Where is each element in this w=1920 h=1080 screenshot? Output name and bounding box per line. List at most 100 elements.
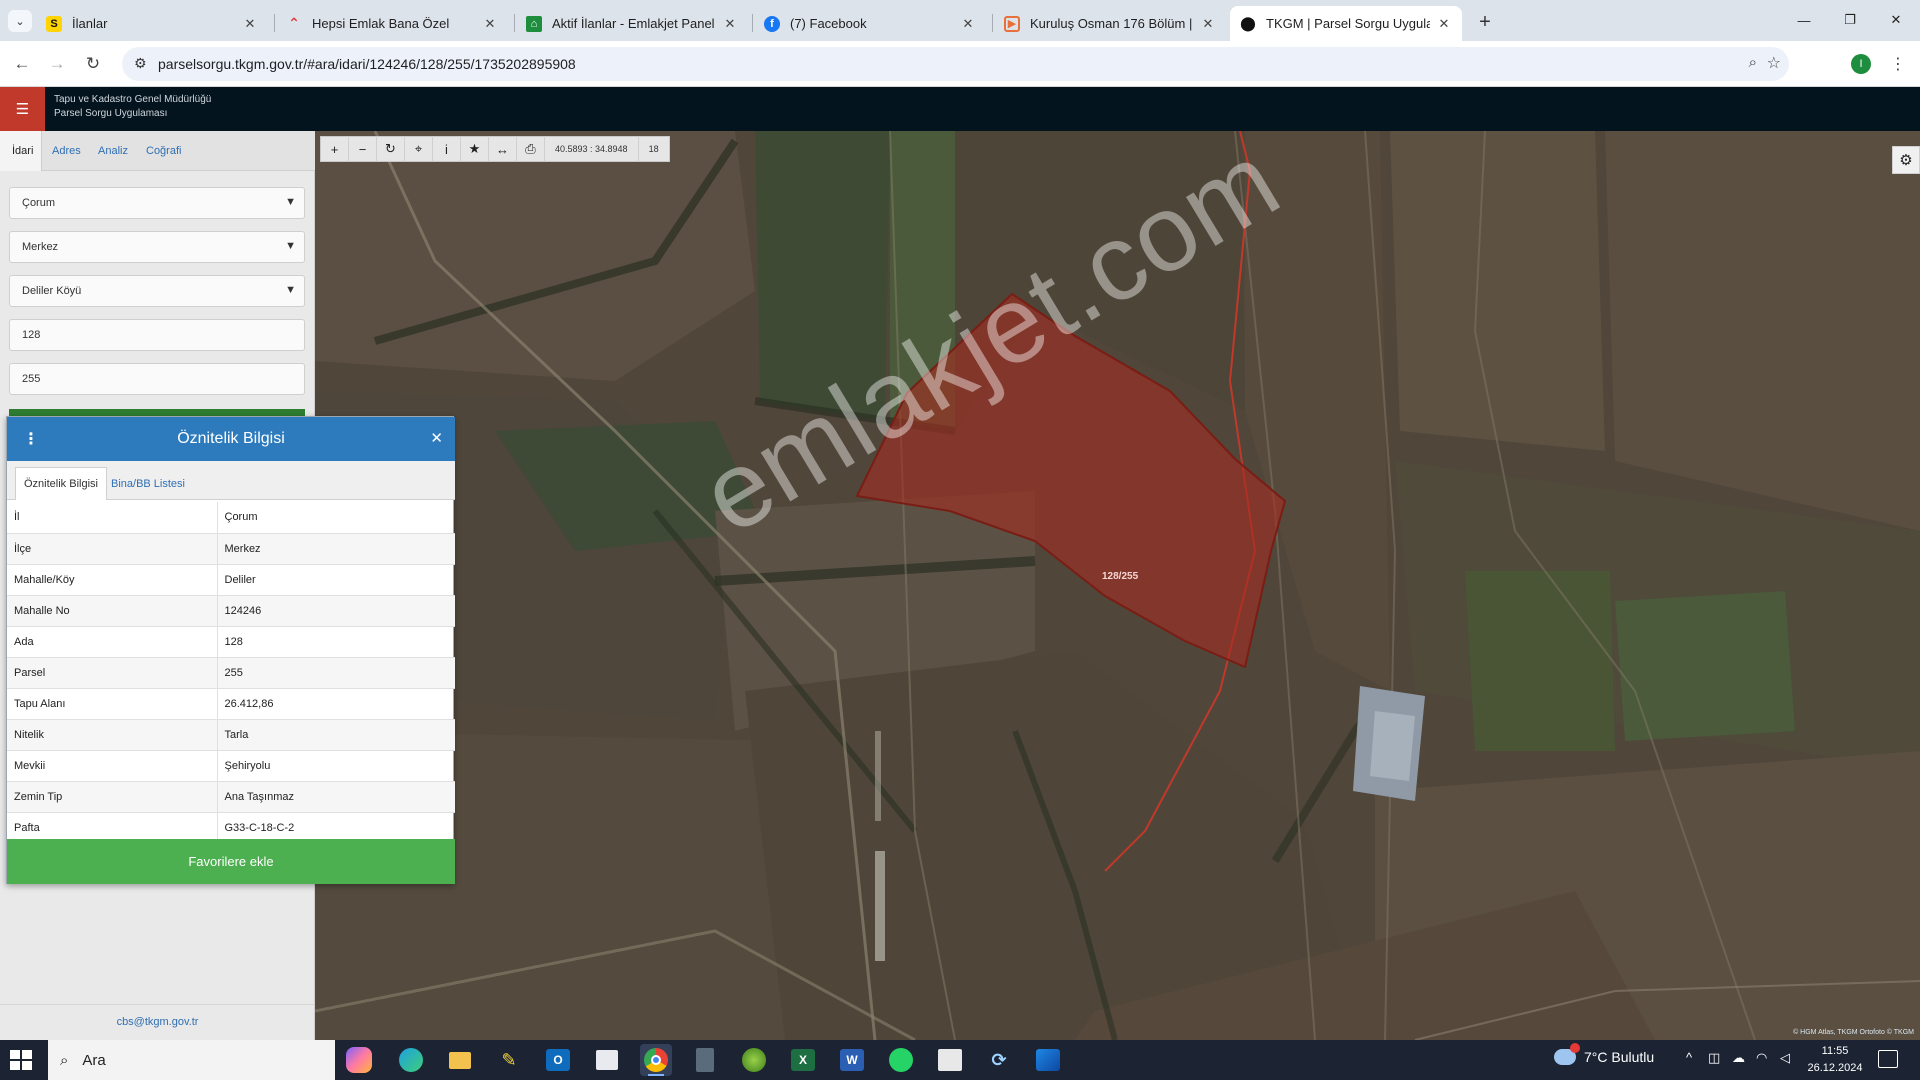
address-bar[interactable]: ⚙ parselsorgu.tkgm.gov.tr/#ara/idari/124… <box>122 47 1789 81</box>
measure-icon[interactable]: ↔ <box>489 136 517 162</box>
excel-icon[interactable]: X <box>787 1044 819 1076</box>
meet-icon[interactable]: ◫ <box>1708 1050 1720 1066</box>
refresh-icon[interactable]: ↻ <box>377 136 405 162</box>
weather-text: 7°C Bulutlu <box>1584 1049 1655 1065</box>
window-close-button[interactable]: ✕ <box>1874 8 1918 32</box>
parsel-input[interactable]: 255 <box>9 363 305 395</box>
file-explorer-icon[interactable] <box>444 1044 476 1076</box>
browser-menu-icon[interactable]: ⋮ <box>1888 53 1908 75</box>
tab-search-button[interactable]: ⌄ <box>8 10 32 32</box>
close-icon[interactable]: ✕ <box>1436 16 1452 32</box>
tab-divider <box>274 14 275 32</box>
photos-app-icon[interactable] <box>1032 1044 1064 1076</box>
parsel-value: 255 <box>22 373 41 385</box>
info-icon[interactable]: i <box>433 136 461 162</box>
attr-value: 26.412,86 <box>217 688 455 720</box>
browser-tab-1[interactable]: S İlanlar ✕ <box>36 6 268 41</box>
ada-input[interactable]: 128 <box>9 319 305 351</box>
close-icon[interactable]: ✕ <box>722 16 738 32</box>
zoom-icon[interactable]: ⌕ <box>1749 54 1757 71</box>
map-view[interactable]: + − ↻ ⌖ i ★ ↔ ⎙ 40.5893 : 34.8948 18 ⚙ e… <box>315 131 1920 1040</box>
forward-button[interactable]: → <box>44 51 70 77</box>
table-row: Tapu Alanı 26.412,86 <box>7 688 455 720</box>
attr-value: 128 <box>217 626 455 658</box>
new-tab-button[interactable]: + <box>1472 9 1498 35</box>
browser-tab-2[interactable]: ⌃ Hepsi Emlak Bana Özel ✕ <box>276 6 508 41</box>
attr-value: Ana Taşınmaz <box>217 781 455 813</box>
tab-oznitelik[interactable]: Öznitelik Bilgisi <box>15 467 107 500</box>
zoom-in-icon[interactable]: + <box>321 136 349 162</box>
neighborhood-select[interactable]: Deliler Köyü ▼ <box>9 275 305 307</box>
district-select[interactable]: Merkez ▼ <box>9 231 305 263</box>
parcel-label[interactable]: 128/255 <box>1102 571 1138 582</box>
menu-hamburger-icon[interactable]: ☰ <box>0 87 45 131</box>
url-text[interactable]: parselsorgu.tkgm.gov.tr/#ara/idari/12424… <box>158 56 576 72</box>
browser-tab-4[interactable]: f (7) Facebook ✕ <box>754 6 986 41</box>
tab-adres[interactable]: Adres <box>40 131 93 171</box>
site-info-icon[interactable]: ⚙ <box>134 55 147 72</box>
browser-tab-5[interactable]: ▶ Kuruluş Osman 176 Bölüm | Ku ✕ <box>994 6 1226 41</box>
star-icon[interactable]: ★ <box>461 136 489 162</box>
zoom-out-icon[interactable]: − <box>349 136 377 162</box>
reload-button[interactable]: ↻ <box>80 51 106 77</box>
tab-idari[interactable]: İdari <box>0 131 42 171</box>
edge-icon[interactable] <box>395 1044 427 1076</box>
browser-tab-3[interactable]: ⌂ Aktif İlanlar - Emlakjet Panel ✕ <box>516 6 748 41</box>
clock-date: 26.12.2024 <box>1807 1062 1863 1074</box>
attr-value: Şehiryolu <box>217 750 455 782</box>
system-clock[interactable]: 11:55 26.12.2024 <box>1800 1043 1870 1077</box>
signature-app-icon[interactable] <box>934 1044 966 1076</box>
close-icon[interactable]: ✕ <box>242 16 258 32</box>
store-icon[interactable] <box>591 1044 623 1076</box>
app-header: ☰ Tapu ve Kadastro Genel Müdürlüğü Parse… <box>0 87 1920 131</box>
minimize-button[interactable]: — <box>1782 8 1826 32</box>
outlook-icon[interactable]: O <box>542 1044 574 1076</box>
province-value: Çorum <box>22 197 56 209</box>
add-to-favorites-button[interactable]: Favorilere ekle <box>7 839 455 884</box>
wifi-icon[interactable]: ◠ <box>1756 1050 1767 1066</box>
chevron-up-icon[interactable]: ^ <box>1686 1050 1692 1065</box>
weather-widget[interactable]: 7°C Bulutlu <box>1554 1043 1655 1065</box>
close-icon[interactable]: ✕ <box>1200 16 1216 32</box>
ada-value: 128 <box>22 329 41 341</box>
notification-icon[interactable] <box>1878 1050 1898 1068</box>
sticky-app-icon[interactable]: ✎ <box>493 1044 525 1076</box>
province-select[interactable]: Çorum ▼ <box>9 187 305 219</box>
whatsapp-icon[interactable] <box>885 1044 917 1076</box>
bookmark-star-icon[interactable]: ☆ <box>1767 53 1781 73</box>
search-icon: ⌕ <box>60 1051 69 1069</box>
attr-key: İl <box>7 502 218 534</box>
word-icon[interactable]: W <box>836 1044 868 1076</box>
restore-button[interactable]: ❐ <box>1828 8 1872 32</box>
attr-key: Mahalle/Köy <box>7 564 218 596</box>
close-icon[interactable]: ✕ <box>482 16 498 32</box>
settings-gear-icon[interactable]: ⚙ <box>1892 146 1920 174</box>
tab-divider <box>992 14 993 32</box>
volume-icon[interactable]: ◁ <box>1780 1050 1790 1066</box>
onedrive-icon[interactable]: ☁ <box>1732 1050 1745 1066</box>
globe-app-icon[interactable] <box>738 1044 770 1076</box>
map-toolbar: + − ↻ ⌖ i ★ ↔ ⎙ 40.5893 : 34.8948 18 <box>320 136 670 162</box>
sync-app-icon[interactable]: ⟳ <box>983 1044 1015 1076</box>
tab-analiz[interactable]: Analiz <box>86 131 140 171</box>
chrome-icon[interactable] <box>640 1044 672 1076</box>
attr-key: Zemin Tip <box>7 781 218 813</box>
tab-cografi[interactable]: Coğrafi <box>134 131 193 171</box>
profile-avatar[interactable]: I <box>1851 54 1871 74</box>
copilot-icon[interactable] <box>346 1047 372 1073</box>
back-button[interactable]: ← <box>9 51 35 77</box>
taskbar-search[interactable]: ⌕ Ara <box>48 1040 335 1080</box>
close-icon[interactable]: ✕ <box>960 16 976 32</box>
contact-email-link[interactable]: cbs@tkgm.gov.tr <box>0 1016 315 1028</box>
zoom-level: 18 <box>648 144 659 154</box>
tab-bina-listesi[interactable]: Bina/BB Listesi <box>103 467 193 500</box>
table-row: Parsel 255 <box>7 657 455 689</box>
chevron-down-icon: ▼ <box>285 284 296 296</box>
close-icon[interactable]: ✕ <box>430 429 443 447</box>
neighborhood-value: Deliler Köyü <box>22 285 82 297</box>
calculator-icon[interactable] <box>689 1044 721 1076</box>
windows-start-icon[interactable] <box>10 1050 32 1070</box>
locate-icon[interactable]: ⌖ <box>405 136 433 162</box>
browser-tab-6-active[interactable]: ⬤ TKGM | Parsel Sorgu Uygulama ✕ <box>1230 6 1462 41</box>
print-icon[interactable]: ⎙ <box>517 136 545 162</box>
